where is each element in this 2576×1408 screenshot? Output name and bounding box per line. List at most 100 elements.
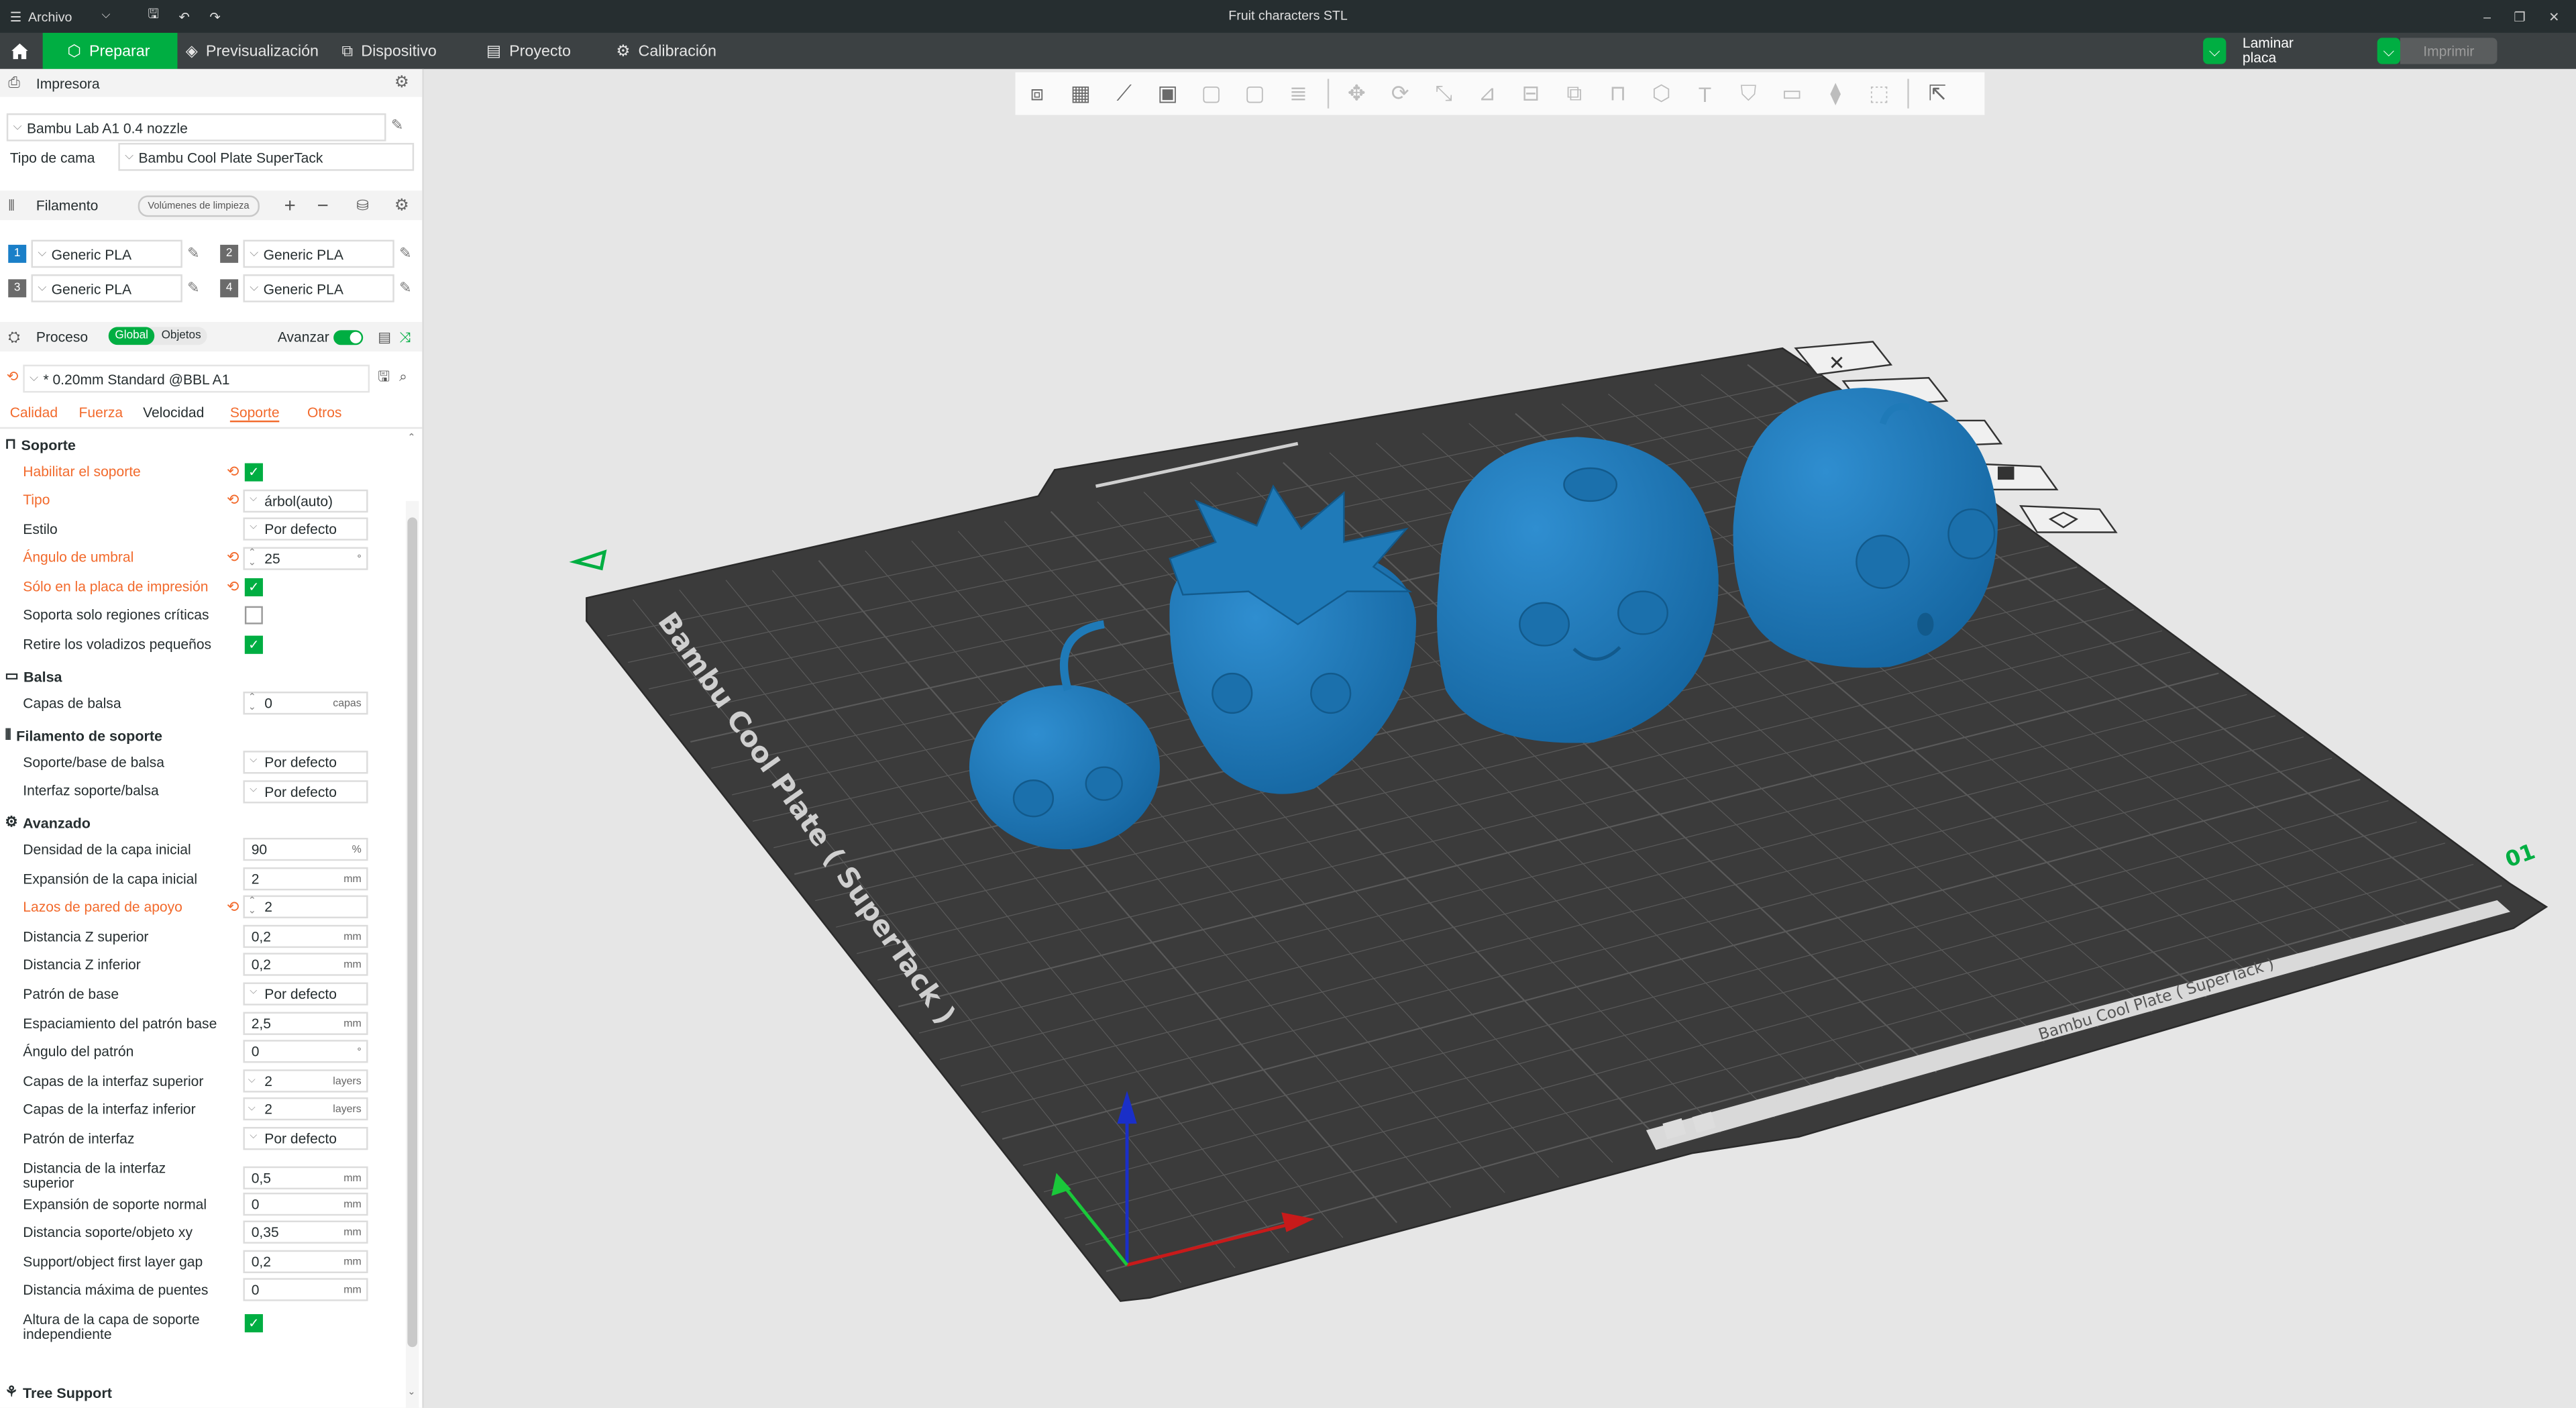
viewport-3d[interactable]: PLA/PETG Bambu Cool Plate ( SuperTack ) … bbox=[423, 68, 2576, 1408]
setting-input[interactable]: 0 mm bbox=[243, 1191, 368, 1215]
slice-plate-button[interactable]: ⌵ Laminar placa bbox=[2203, 36, 2294, 65]
model-plum[interactable] bbox=[1733, 387, 1998, 668]
setting-input[interactable]: 2 mm bbox=[243, 867, 368, 890]
subtab-soporte[interactable]: Soporte bbox=[229, 404, 280, 423]
spinner-icon[interactable]: ⌃ ⌄ bbox=[248, 693, 256, 712]
edit-printer-icon[interactable]: ✎ bbox=[391, 117, 403, 135]
brim-ears-icon[interactable]: ⬚ bbox=[1858, 80, 1901, 107]
printer-settings-icon[interactable]: ⚙ bbox=[394, 74, 409, 92]
setting-input[interactable]: 0,5 mm bbox=[243, 1165, 368, 1189]
bed-type-select[interactable]: ⌵ Bambu Cool Plate SuperTack bbox=[118, 143, 415, 171]
filament-select[interactable]: ⌵ Generic PLA bbox=[31, 274, 182, 303]
setting-select[interactable]: ⌵ Por defecto bbox=[243, 1127, 368, 1150]
support-type-select[interactable]: ⌵ árbol(auto) bbox=[243, 489, 368, 513]
threshold-angle-input[interactable]: ⌃ ⌄ 25 ° bbox=[243, 547, 368, 570]
layers-editing-icon[interactable]: ≣ bbox=[1277, 80, 1320, 107]
auto-orient-icon[interactable]: ⟋ bbox=[1102, 80, 1146, 107]
measure-icon[interactable]: ▭ bbox=[1770, 80, 1814, 107]
reset-icon[interactable]: ⟲ bbox=[227, 899, 239, 917]
support-base-select[interactable]: ⌵ Por defecto bbox=[243, 751, 368, 774]
setting-input[interactable]: 2,5 mm bbox=[243, 1011, 368, 1034]
chevron-down-icon[interactable]: ⌵ bbox=[248, 1076, 256, 1086]
setting-checkbox[interactable]: ✓ bbox=[244, 1314, 263, 1333]
reset-icon[interactable]: ⟲ bbox=[227, 578, 239, 596]
edit-filament-icon[interactable]: ✎ bbox=[399, 279, 411, 297]
subtab-calidad[interactable]: Calidad bbox=[10, 404, 58, 420]
text-icon[interactable]: T bbox=[1683, 81, 1727, 106]
chevron-down-icon[interactable]: ⌵ bbox=[2377, 38, 2400, 64]
setting-input[interactable]: ⌵ 2 layers bbox=[243, 1069, 368, 1093]
only-plate-checkbox[interactable]: ✓ bbox=[244, 578, 263, 596]
spinner-icon[interactable]: ⌃ ⌄ bbox=[248, 549, 256, 568]
split-parts-icon[interactable]: ▢ bbox=[1233, 80, 1277, 107]
tab-previsualizacion[interactable]: ◈ Previsualización bbox=[186, 33, 319, 69]
advanced-toggle[interactable] bbox=[333, 330, 364, 345]
chevron-down-icon[interactable]: ⌵ bbox=[248, 1105, 256, 1115]
raft-layers-input[interactable]: ⌃ ⌄ 0 capas bbox=[243, 692, 368, 715]
home-button[interactable] bbox=[0, 33, 40, 69]
compare-icon[interactable]: ⤨ bbox=[399, 328, 411, 346]
plate-settings-button[interactable] bbox=[2019, 504, 2118, 533]
scroll-down-icon[interactable]: ⌄ bbox=[407, 1387, 415, 1398]
seam-painting-icon[interactable]: ⬡ bbox=[1640, 80, 1683, 107]
enable-support-checkbox[interactable]: ✓ bbox=[244, 463, 263, 482]
setting-input[interactable]: 0 mm bbox=[243, 1279, 368, 1302]
flush-volumes-button[interactable]: Volúmenes de limpieza bbox=[138, 195, 260, 217]
global-option[interactable]: Global bbox=[108, 327, 155, 345]
tab-calibracion[interactable]: ⚙ Calibración bbox=[616, 33, 716, 69]
spinner-icon[interactable]: ⌃ ⌄ bbox=[248, 898, 256, 917]
scrollbar-thumb[interactable] bbox=[407, 517, 418, 1348]
add-object-icon[interactable]: ⧈ bbox=[1015, 80, 1059, 107]
arrange-icon[interactable]: ▣ bbox=[1146, 80, 1189, 107]
reset-preset-icon[interactable]: ⟲ bbox=[7, 368, 19, 386]
global-objects-switch[interactable]: Global Objetos bbox=[108, 327, 208, 345]
filament-select[interactable]: ⌵ Generic PLA bbox=[243, 239, 394, 268]
setting-input[interactable]: 0,35 mm bbox=[243, 1221, 368, 1244]
minimize-icon[interactable]: – bbox=[2483, 9, 2491, 23]
restore-icon[interactable]: ❐ bbox=[2514, 9, 2526, 23]
printer-select[interactable]: ⌵ Bambu Lab A1 0.4 nozzle bbox=[6, 113, 386, 142]
reset-icon[interactable]: ⟲ bbox=[227, 491, 239, 509]
subtab-fuerza[interactable]: Fuerza bbox=[79, 404, 123, 420]
search-icon[interactable]: ⌕ bbox=[399, 368, 407, 386]
move-icon[interactable]: ✥ bbox=[1335, 80, 1379, 107]
print-plate-button[interactable]: Imprimir placa bbox=[2400, 38, 2498, 85]
scroll-up-icon[interactable]: ⌃ bbox=[407, 432, 415, 444]
reset-icon[interactable]: ⟲ bbox=[227, 549, 239, 567]
setting-input[interactable]: 0,2 mm bbox=[243, 924, 368, 948]
setting-input[interactable]: ⌵ 2 layers bbox=[243, 1097, 368, 1122]
model-apple[interactable] bbox=[1437, 437, 1719, 743]
mesh-boolean-icon[interactable]: ⧉ bbox=[1552, 80, 1596, 107]
filament-select[interactable]: ⌵ Generic PLA bbox=[31, 239, 182, 268]
reset-icon[interactable]: ⟲ bbox=[227, 464, 239, 482]
add-plate-icon[interactable]: ▦ bbox=[1059, 80, 1102, 107]
objects-option[interactable]: Objetos bbox=[155, 327, 208, 345]
edit-filament-icon[interactable]: ✎ bbox=[187, 279, 199, 297]
save-preset-icon[interactable]: 🖫 bbox=[378, 368, 390, 391]
setting-input[interactable]: ⌃ ⌄ 2 bbox=[243, 896, 368, 919]
cut-icon[interactable]: ⊟ bbox=[1509, 80, 1552, 107]
add-filament-icon[interactable]: + bbox=[284, 194, 296, 217]
list-view-icon[interactable]: ▤ bbox=[378, 328, 391, 346]
split-objects-icon[interactable]: ▢ bbox=[1189, 80, 1233, 107]
tab-proyecto[interactable]: ▤ Proyecto bbox=[486, 33, 571, 69]
support-style-select[interactable]: ⌵ Por defecto bbox=[243, 517, 368, 541]
scale-icon[interactable]: ⤡ bbox=[1422, 80, 1466, 107]
setting-select[interactable]: ⌵ Por defecto bbox=[243, 982, 368, 1006]
lay-on-face-icon[interactable]: ⊿ bbox=[1466, 80, 1509, 107]
process-preset-select[interactable]: ⌵ * 0.20mm Standard @BBL A1 bbox=[23, 364, 370, 393]
edit-filament-icon[interactable]: ✎ bbox=[399, 245, 411, 263]
setting-input[interactable]: 90% bbox=[243, 837, 368, 861]
return-icon[interactable]: ⇱ bbox=[1916, 80, 1960, 107]
setting-input[interactable]: 0,2 mm bbox=[243, 1250, 368, 1273]
color-painting-icon[interactable]: ⛉ bbox=[1727, 80, 1770, 107]
sync-filament-icon[interactable]: ⛁ bbox=[356, 197, 368, 215]
subtab-otros[interactable]: Otros bbox=[307, 404, 341, 420]
setting-input[interactable]: 0 ° bbox=[243, 1040, 368, 1063]
setting-input[interactable]: 0,2 mm bbox=[243, 953, 368, 977]
tab-dispositivo[interactable]: ⧉ Dispositivo bbox=[341, 33, 436, 69]
remove-small-overhangs-checkbox[interactable]: ✓ bbox=[244, 635, 263, 654]
tab-preparar[interactable]: ⬡ Preparar bbox=[42, 32, 178, 69]
critical-regions-checkbox[interactable] bbox=[244, 606, 263, 625]
settings-scrollbar[interactable] bbox=[405, 500, 419, 1408]
